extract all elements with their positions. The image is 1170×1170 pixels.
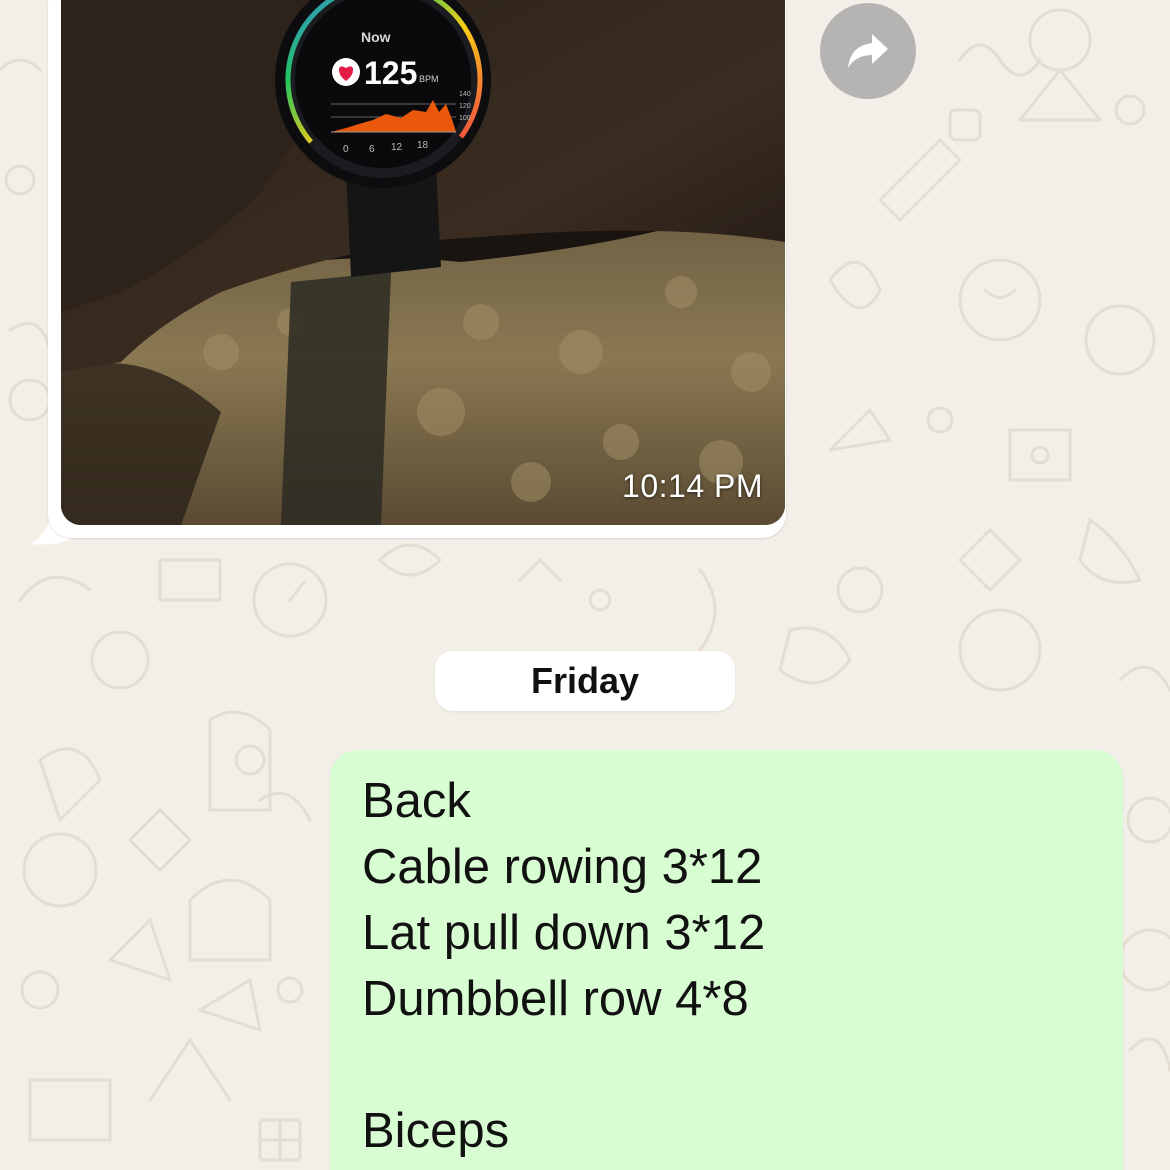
- watch-axis-18: 18: [417, 140, 429, 151]
- photo-attachment[interactable]: Now 125 BPM 0 6 12 18 140 120 100 10:14 …: [61, 0, 785, 525]
- smartwatch-photo: Now 125 BPM 0 6 12 18 140 120 100: [61, 0, 785, 525]
- message-line: Cable rowing 3*12: [362, 840, 763, 894]
- message-text: Back Cable rowing 3*12 Lat pull down 3*1…: [362, 768, 765, 1164]
- image-message-bubble[interactable]: Now 125 BPM 0 6 12 18 140 120 100 10:14 …: [48, 0, 786, 538]
- message-line: Back: [362, 774, 471, 828]
- watch-axis-12: 12: [391, 142, 403, 153]
- watch-axis-0: 0: [343, 144, 349, 155]
- date-divider: Friday: [435, 651, 735, 711]
- watch-scale-100: 100: [459, 115, 471, 122]
- forward-arrow-icon: [848, 34, 888, 68]
- outgoing-message-bubble[interactable]: Back Cable rowing 3*12 Lat pull down 3*1…: [330, 750, 1123, 1170]
- forward-button[interactable]: [820, 3, 916, 99]
- watch-now-label: Now: [361, 29, 391, 45]
- message-line: [362, 1032, 765, 1098]
- watch-unit: BPM: [419, 74, 439, 84]
- message-line: Dumbbell row 4*8: [362, 972, 749, 1026]
- watch-heart-rate: 125: [364, 55, 417, 91]
- watch-axis-6: 6: [369, 144, 375, 155]
- message-line: Biceps: [362, 1104, 510, 1158]
- image-timestamp: 10:14 PM: [622, 468, 763, 504]
- watch-scale-140: 140: [459, 91, 471, 98]
- chat-view: Now 125 BPM 0 6 12 18 140 120 100 10:14 …: [0, 0, 1170, 1170]
- message-line: Lat pull down 3*12: [362, 906, 766, 960]
- watch-scale-120: 120: [459, 103, 471, 110]
